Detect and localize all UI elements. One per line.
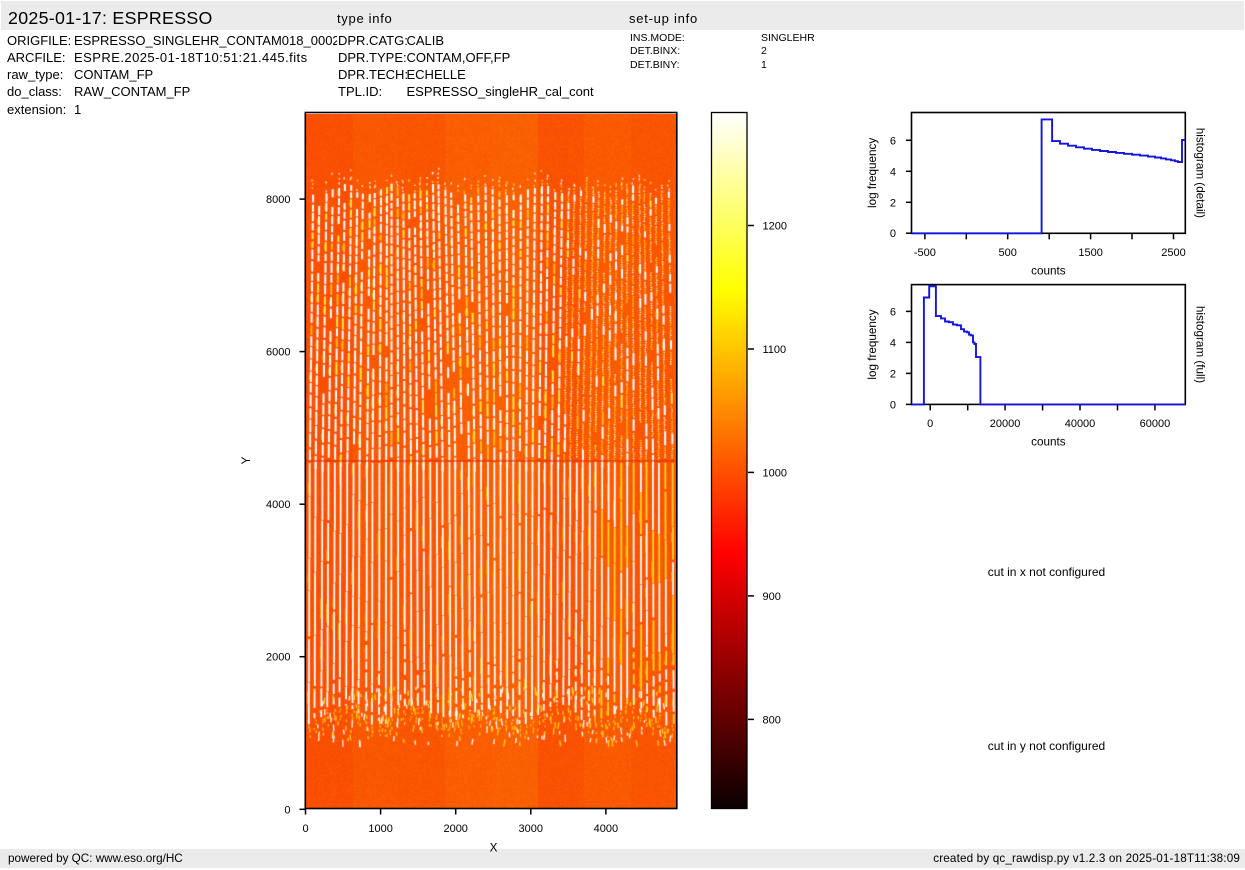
svg-text:0: 0 bbox=[284, 804, 290, 816]
svg-text:8000: 8000 bbox=[266, 194, 290, 206]
svg-text:60000: 60000 bbox=[1140, 418, 1171, 430]
svg-text:1000: 1000 bbox=[763, 467, 787, 479]
svg-text:20000: 20000 bbox=[990, 418, 1021, 430]
svg-text:1000: 1000 bbox=[368, 823, 392, 835]
svg-text:40000: 40000 bbox=[1065, 418, 1096, 430]
svg-text:2500: 2500 bbox=[1161, 247, 1185, 259]
svg-text:3000: 3000 bbox=[519, 823, 543, 835]
svg-text:4: 4 bbox=[890, 166, 896, 178]
svg-text:0: 0 bbox=[927, 418, 933, 430]
svg-text:counts: counts bbox=[1031, 265, 1066, 278]
svg-text:1100: 1100 bbox=[763, 344, 787, 356]
svg-text:500: 500 bbox=[999, 247, 1017, 259]
svg-text:histogram (detail): histogram (detail) bbox=[1194, 128, 1207, 218]
svg-text:4000: 4000 bbox=[266, 499, 290, 511]
svg-text:4: 4 bbox=[890, 337, 896, 349]
svg-text:1200: 1200 bbox=[763, 221, 787, 233]
svg-text:2000: 2000 bbox=[266, 652, 290, 664]
svg-text:0: 0 bbox=[890, 399, 896, 411]
svg-text:-500: -500 bbox=[914, 247, 936, 259]
svg-text:log frequency: log frequency bbox=[866, 138, 879, 208]
svg-text:log frequency: log frequency bbox=[866, 309, 879, 379]
svg-text:0: 0 bbox=[890, 228, 896, 240]
svg-text:6: 6 bbox=[890, 306, 896, 318]
svg-text:1500: 1500 bbox=[1078, 247, 1102, 259]
svg-text:X: X bbox=[490, 842, 498, 855]
svg-text:Y: Y bbox=[240, 456, 253, 464]
svg-text:0: 0 bbox=[302, 823, 308, 835]
svg-text:6000: 6000 bbox=[266, 347, 290, 359]
svg-text:histogram (full): histogram (full) bbox=[1194, 306, 1207, 383]
svg-text:800: 800 bbox=[763, 714, 781, 726]
svg-text:2: 2 bbox=[890, 368, 896, 380]
svg-text:2000: 2000 bbox=[443, 823, 467, 835]
svg-text:900: 900 bbox=[763, 591, 781, 603]
svg-text:4000: 4000 bbox=[594, 823, 618, 835]
svg-text:counts: counts bbox=[1031, 436, 1066, 449]
svg-text:6: 6 bbox=[890, 135, 896, 147]
svg-text:2: 2 bbox=[890, 197, 896, 209]
